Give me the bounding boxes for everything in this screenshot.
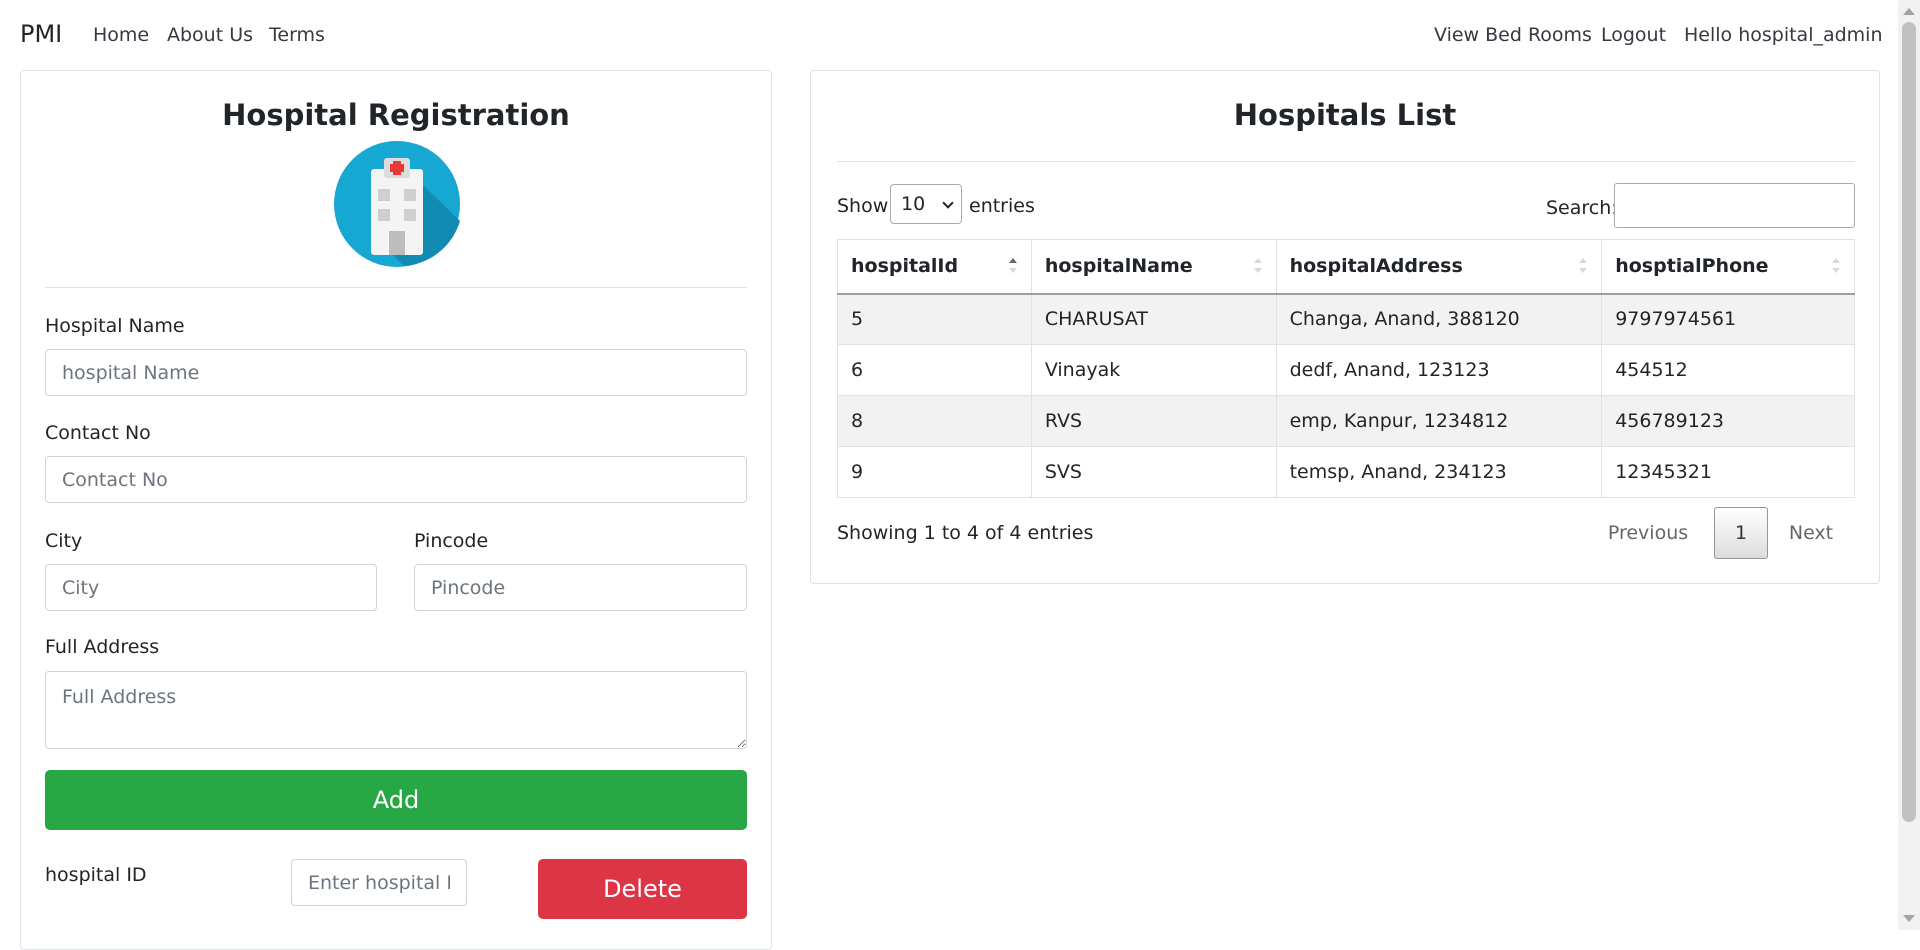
table-cell: 454512 <box>1601 344 1855 396</box>
column-header-hospital-address[interactable]: hospitalAddress <box>1275 239 1603 295</box>
address-textarea[interactable] <box>45 671 747 749</box>
nav-link-about[interactable]: About Us <box>167 24 253 46</box>
page-scrollbar[interactable] <box>1898 0 1920 930</box>
pincode-label: Pincode <box>414 530 489 552</box>
contact-input[interactable] <box>45 456 747 503</box>
scroll-down-icon[interactable] <box>1903 915 1915 922</box>
column-header-hospital-id[interactable]: hospitalId <box>837 239 1032 295</box>
table-cell: Vinayak <box>1030 344 1277 396</box>
chevron-down-icon <box>942 197 954 209</box>
city-input[interactable] <box>45 564 377 611</box>
table-cell: 9797974561 <box>1601 293 1855 345</box>
hospitals-list-title: Hospitals List <box>1233 98 1457 132</box>
sort-icon <box>1579 258 1588 276</box>
add-button[interactable]: Add <box>45 770 747 830</box>
list-divider <box>837 161 1855 162</box>
table-header-row: hospitalId hospitalName hospitalAddress … <box>837 239 1855 295</box>
sort-icon <box>1253 258 1262 276</box>
nav-link-view-bed-rooms[interactable]: View Bed Rooms <box>1434 24 1592 46</box>
table-cell: SVS <box>1030 446 1277 498</box>
table-info-text: Showing 1 to 4 of 4 entries <box>837 522 1094 544</box>
hospitals-table: hospitalId hospitalName hospitalAddress … <box>837 239 1855 498</box>
entries-select-value: 10 <box>901 193 926 215</box>
scrollbar-thumb[interactable] <box>1902 22 1916 822</box>
column-header-hospital-phone[interactable]: hosptialPhone <box>1601 239 1855 295</box>
hospital-name-input[interactable] <box>45 349 747 396</box>
pagination-page-1[interactable]: 1 <box>1714 507 1768 559</box>
hospital-id-input[interactable] <box>291 859 467 906</box>
registration-divider <box>45 287 747 288</box>
table-cell: 5 <box>837 293 1032 345</box>
table-cell: dedf, Anand, 123123 <box>1275 344 1603 396</box>
pagination-next[interactable]: Next <box>1781 507 1841 559</box>
table-cell: emp, Kanpur, 1234812 <box>1275 395 1603 447</box>
hospital-name-label: Hospital Name <box>45 315 185 337</box>
hospital-building-icon <box>334 141 460 267</box>
sort-icon <box>1832 258 1840 276</box>
registration-card: Hospital Registration Hospital Name Cont… <box>20 70 772 950</box>
table-cell: CHARUSAT <box>1030 293 1277 345</box>
nav-link-home[interactable]: Home <box>93 24 149 46</box>
show-label: Show <box>837 195 889 217</box>
address-label: Full Address <box>45 636 160 658</box>
nav-link-terms[interactable]: Terms <box>269 24 325 46</box>
table-row: 6 Vinayak dedf, Anand, 123123 454512 <box>837 344 1855 396</box>
table-cell: 456789123 <box>1601 395 1855 447</box>
table-cell: 6 <box>837 344 1032 396</box>
table-cell: 8 <box>837 395 1032 447</box>
city-label: City <box>45 530 83 552</box>
column-header-hospital-name[interactable]: hospitalName <box>1030 239 1277 295</box>
pagination-previous[interactable]: Previous <box>1603 507 1693 559</box>
hospitals-list-card: Hospitals List Show 10 entries Search: h… <box>810 70 1880 584</box>
table-row: 5 CHARUSAT Changa, Anand, 388120 9797974… <box>837 293 1855 345</box>
scroll-up-icon[interactable] <box>1903 8 1915 15</box>
registration-title: Hospital Registration <box>222 98 570 132</box>
table-cell: 9 <box>837 446 1032 498</box>
table-row: 8 RVS emp, Kanpur, 1234812 456789123 <box>837 395 1855 447</box>
table-row: 9 SVS temsp, Anand, 234123 12345321 <box>837 446 1855 498</box>
hospital-id-label: hospital ID <box>45 864 147 886</box>
table-cell: temsp, Anand, 234123 <box>1275 446 1603 498</box>
pincode-input[interactable] <box>414 564 747 611</box>
navbar: PMI Home About Us Terms View Bed Rooms L… <box>0 0 1898 70</box>
table-cell: 12345321 <box>1601 446 1855 498</box>
brand-link[interactable]: PMI <box>20 20 62 48</box>
delete-button[interactable]: Delete <box>538 859 747 919</box>
nav-link-logout[interactable]: Logout <box>1601 24 1666 46</box>
entries-select[interactable]: 10 <box>890 184 962 224</box>
sort-ascending-icon <box>1008 258 1017 276</box>
table-cell: RVS <box>1030 395 1277 447</box>
nav-user-greeting[interactable]: Hello hospital_admin <box>1684 24 1883 46</box>
entries-label: entries <box>969 195 1035 217</box>
search-input[interactable] <box>1614 183 1855 228</box>
contact-label: Contact No <box>45 422 151 444</box>
search-label: Search: <box>1546 197 1618 219</box>
table-cell: Changa, Anand, 388120 <box>1275 293 1603 345</box>
